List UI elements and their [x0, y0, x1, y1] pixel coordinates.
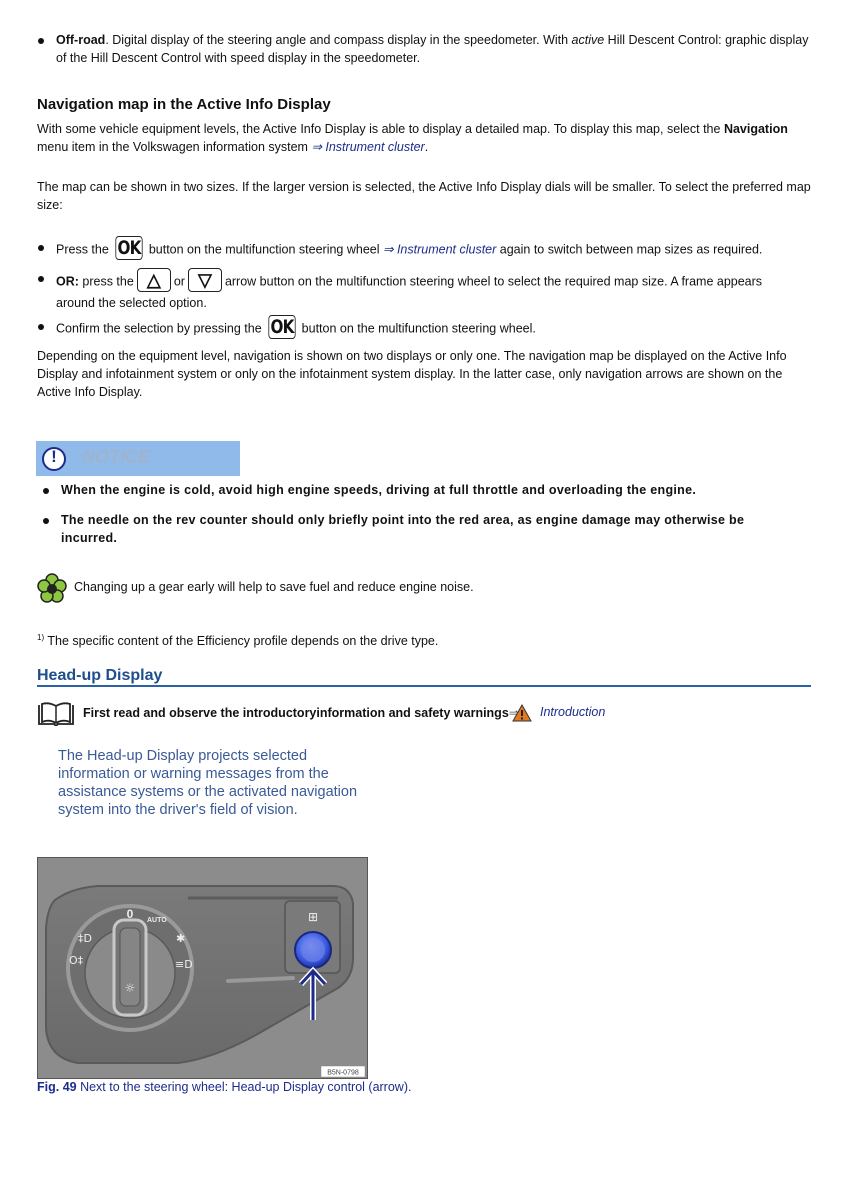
arrow-up-key-icon: △ [136, 268, 171, 292]
offroad-paragraph: Off-road. Digital display of the steerin… [56, 31, 816, 67]
notice-item-line1: The needle on the rev counter should onl… [61, 513, 745, 527]
arrow-down-key-icon: ▽ [187, 268, 222, 292]
hud-section-title: Head-up Display [37, 667, 163, 684]
step-text: again to switch between map sizes as req… [496, 242, 763, 257]
eco-tip-text: Changing up a gear early will help to sa… [74, 580, 474, 594]
switch-label-off: 0 [127, 907, 134, 921]
eco-flower-icon [37, 573, 67, 603]
step-text: or [173, 274, 185, 289]
book-icon [38, 702, 74, 726]
nav-paragraph-3: Depending on the equipment level, naviga… [37, 347, 817, 401]
nav-p2-line1: The map can be shown in two sizes. If th… [37, 180, 811, 194]
offroad-text: . Digital display of the steering angle … [105, 33, 572, 47]
parking-light-icon: ✱ [176, 932, 185, 945]
step-1: Press the OK button on the multifunction s… [56, 236, 816, 262]
offroad-text-b: Hill Descent Control: graphic display [604, 33, 809, 47]
introduction-link[interactable]: Introduction [540, 705, 605, 719]
notice-item-line2: incurred. [61, 531, 118, 545]
step-2: OR: press the △ or ▽ arrow button on the mul… [56, 268, 816, 312]
windshield-hud-icon: ⊞ [308, 910, 318, 924]
notice-item: When the engine is cold, avoid high engi… [61, 483, 697, 497]
step-3: Confirm the selection by pressing the OK b… [56, 315, 816, 341]
notice-item: The needle on the rev counter should onl… [61, 511, 821, 547]
nav-p2-line2: size: [37, 198, 63, 212]
step-text: press the [78, 274, 134, 289]
offroad-term: Off-road [56, 33, 106, 47]
nav-paragraph-1: With some vehicle equipment levels, the … [37, 120, 817, 156]
bullet [38, 38, 44, 44]
nav-paragraph-2: The map can be shown in two sizes. If th… [37, 178, 817, 214]
step-text: Confirm the selection by pressing the [56, 321, 262, 336]
warning-triangle-icon [512, 704, 532, 722]
nav-p3-line3: Active Info Display. [37, 385, 143, 399]
read-first-text: First read and observe the introductoryi… [83, 706, 509, 720]
hud-intro-text: The Head-up Display projects selected in… [58, 748, 358, 818]
step-text: button on the multifunction steering whe… [148, 242, 383, 257]
step-bold: OR: [56, 274, 79, 289]
footnote: 1) The specific content of the Efficienc… [37, 629, 438, 650]
nav-p1-bold: Navigation [723, 122, 788, 136]
switch-label-auto: AUTO [147, 917, 167, 924]
notice-label: NOTICE [82, 447, 151, 467]
nav-p1-text-b: menu item in the Volkswagen information … [37, 140, 312, 154]
punct: . [424, 140, 429, 154]
instrument-cluster-link[interactable]: ⇒ Instrument cluster [311, 140, 424, 154]
bullet [38, 276, 44, 282]
offroad-italic: active [571, 33, 605, 47]
figure-caption-text: Next to the steering wheel: Head-up Disp… [76, 1080, 412, 1094]
read-first-note: First read and observe the introductoryi… [83, 704, 519, 722]
exclamation-circle-icon: ! [42, 447, 66, 471]
instrument-cluster-link[interactable]: ⇒ Instrument cluster [383, 242, 496, 256]
hud-control-button [294, 931, 332, 969]
bullet [43, 488, 49, 494]
headlight-icon: ≡D [175, 958, 193, 971]
step-text: Press the [56, 242, 109, 257]
figure-code: B5N-0798 [327, 1070, 359, 1077]
hud-control-illustration: 0 AUTO ‡D O‡ ✱ ≡D ☼ ⊞ B5N-0798 [38, 858, 367, 1078]
step-text: arrow button on the multifunction steeri… [224, 274, 763, 289]
nav-p3-line1: Depending on the equipment level, naviga… [37, 349, 787, 363]
bullet [38, 245, 44, 251]
figure-caption: Fig. 49 Next to the steering wheel: Head… [37, 1080, 411, 1094]
front-fog-light-icon: ‡D [78, 932, 92, 945]
footnote-text: The specific content of the Efficiency p… [44, 634, 439, 649]
figure-hud-control: 0 AUTO ‡D O‡ ✱ ≡D ☼ ⊞ B5N-0798 [37, 857, 368, 1079]
offroad-line2: of the Hill Descent Control with speed d… [56, 51, 421, 65]
figure-number: Fig. 49 [37, 1080, 77, 1094]
section-divider [37, 685, 811, 687]
bullet [38, 324, 44, 330]
rear-fog-light-icon: O‡ [69, 954, 84, 967]
nav-p3-line2: Display and infotainment system or only … [37, 367, 783, 381]
step-text: button on the multifunction steering whe… [301, 321, 536, 336]
nav-heading: Navigation map in the Active Info Displa… [37, 96, 331, 113]
ok-key-icon: OK [268, 315, 296, 339]
light-switch-illumination-icon: ☼ [125, 981, 136, 995]
ok-key-icon: OK [115, 236, 143, 260]
bullet [43, 518, 49, 524]
step-text: around the selected option. [56, 296, 207, 310]
nav-p1-text: With some vehicle equipment levels, the … [37, 122, 724, 136]
notice-header: ! NOTICE [36, 441, 240, 476]
